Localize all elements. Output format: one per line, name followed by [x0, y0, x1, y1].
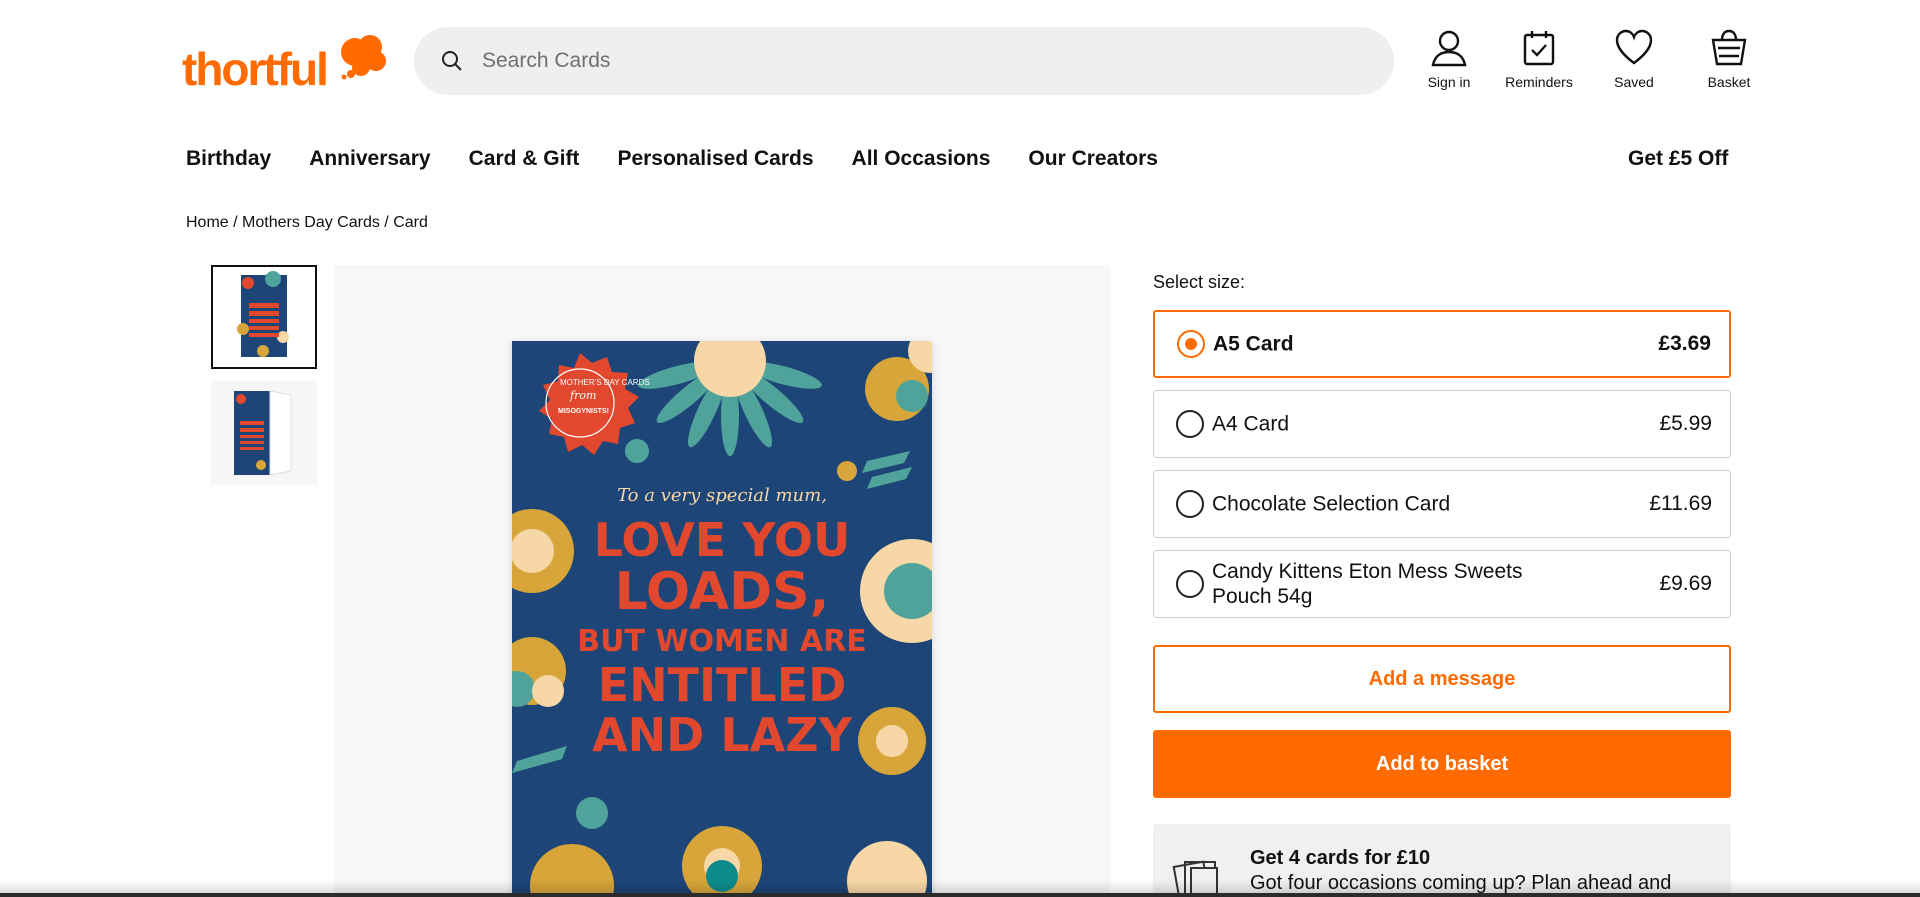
- thortful-logo[interactable]: thortful: [180, 30, 390, 95]
- option-price: £5.99: [1659, 412, 1712, 435]
- cards-stack-icon: [1172, 860, 1218, 897]
- size-option-a5[interactable]: A5 Card £3.69: [1153, 310, 1731, 378]
- radio-unselected[interactable]: [1176, 410, 1204, 438]
- nav-item-card-and-gift[interactable]: Card & Gift: [469, 147, 580, 173]
- user-icon: [1431, 30, 1467, 67]
- window-bottom-edge: [0, 893, 1920, 897]
- multibuy-offer-banner: Get 4 cards for £10 Got four occasions c…: [1153, 824, 1731, 897]
- promo-link[interactable]: Get £5 Off: [1628, 147, 1728, 171]
- svg-text:AND LAZY: AND LAZY: [592, 708, 853, 762]
- add-to-basket-button[interactable]: Add to basket: [1153, 730, 1731, 798]
- search-bar[interactable]: [414, 27, 1394, 95]
- breadcrumb: Home / Mothers Day Cards / Card: [186, 214, 428, 232]
- radio-unselected[interactable]: [1176, 570, 1204, 598]
- saved-button[interactable]: Saved: [1594, 28, 1674, 92]
- thumbnail-front[interactable]: [211, 265, 317, 369]
- site-header: thortful Sign in Reminders Saved Basket: [0, 0, 1920, 120]
- option-price: £11.69: [1649, 492, 1712, 515]
- nav-item-anniversary[interactable]: Anniversary: [309, 147, 430, 173]
- search-input[interactable]: [482, 27, 1362, 95]
- svg-text:BUT WOMEN ARE: BUT WOMEN ARE: [577, 624, 866, 659]
- option-name: A5 Card: [1213, 332, 1294, 356]
- calendar-check-icon: [1523, 31, 1555, 66]
- svg-text:MISOGYNISTS!: MISOGYNISTS!: [558, 408, 609, 415]
- option-name: A4 Card: [1212, 412, 1290, 436]
- main-nav: Birthday Anniversary Card & Gift Persona…: [186, 147, 1196, 173]
- heart-icon: [1615, 29, 1653, 65]
- sign-in-label: Sign in: [1427, 74, 1471, 90]
- radio-selected[interactable]: [1177, 330, 1205, 358]
- radio-unselected[interactable]: [1176, 490, 1204, 518]
- reminders-label: Reminders: [1505, 74, 1573, 90]
- breadcrumb-separator: /: [228, 214, 243, 231]
- svg-text:from: from: [569, 389, 596, 402]
- basket-icon: [1711, 29, 1747, 66]
- svg-text:LOADS,: LOADS,: [615, 562, 830, 622]
- sign-in-button[interactable]: Sign in: [1409, 28, 1489, 92]
- option-name: Candy Kittens Eton Mess Sweets Pouch 54g: [1212, 560, 1523, 608]
- svg-text:ENTITLED: ENTITLED: [598, 658, 847, 712]
- size-option-chocolate[interactable]: Chocolate Selection Card £11.69: [1153, 470, 1731, 538]
- size-option-candy-kittens[interactable]: Candy Kittens Eton Mess Sweets Pouch 54g…: [1153, 550, 1731, 618]
- option-price: £3.69: [1658, 332, 1711, 355]
- search-icon: [442, 51, 462, 71]
- option-name: Chocolate Selection Card: [1212, 492, 1451, 516]
- nav-item-our-creators[interactable]: Our Creators: [1028, 147, 1158, 173]
- logo-wordmark: thortful: [182, 43, 327, 92]
- offer-title: Get 4 cards for £10: [1250, 847, 1431, 869]
- select-size-title: Select size:: [1153, 272, 1246, 292]
- nav-item-birthday[interactable]: Birthday: [186, 147, 271, 173]
- nav-item-all-occasions[interactable]: All Occasions: [852, 147, 991, 173]
- svg-text:LOVE YOU: LOVE YOU: [594, 513, 851, 567]
- nav-item-personalised-cards[interactable]: Personalised Cards: [617, 147, 813, 173]
- offer-description: Got four occasions coming up? Plan ahead…: [1250, 872, 1672, 894]
- breadcrumb-separator: /: [379, 214, 394, 231]
- breadcrumb-mothers-day[interactable]: Mothers Day Cards: [242, 214, 380, 231]
- product-card-image[interactable]: MOTHER'S DAY CARDS from MISOGYNISTS! To …: [490, 325, 964, 897]
- add-message-button[interactable]: Add a message: [1153, 645, 1731, 713]
- card-script-line: To a very special mum,: [617, 485, 827, 506]
- breadcrumb-home[interactable]: Home: [186, 214, 229, 231]
- basket-label: Basket: [1707, 74, 1751, 90]
- thumbnail-open[interactable]: [211, 381, 317, 485]
- size-option-a4[interactable]: A4 Card £5.99: [1153, 390, 1731, 458]
- breadcrumb-current: Card: [393, 214, 428, 231]
- reminders-button[interactable]: Reminders: [1499, 28, 1579, 92]
- saved-label: Saved: [1614, 74, 1654, 90]
- basket-button[interactable]: Basket: [1689, 28, 1769, 92]
- svg-text:MOTHER'S DAY CARDS: MOTHER'S DAY CARDS: [560, 378, 650, 387]
- option-price: £9.69: [1659, 572, 1712, 595]
